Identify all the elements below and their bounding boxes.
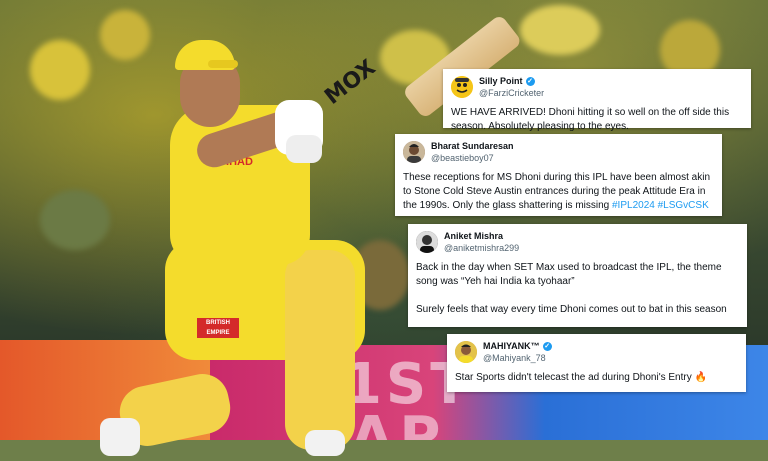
user-handle[interactable]: @aniketmishra299 [444,242,519,254]
pad-sponsor-patch: BRITISH EMPIRE [197,318,239,338]
tweet-text: Back in the day when SET Max used to bro… [416,262,722,287]
player-shoe [305,430,345,456]
person-avatar-icon[interactable] [416,231,438,253]
cartoon-avatar-icon[interactable] [451,76,473,98]
crowd-blur [520,5,600,55]
hashtag-link[interactable]: #LSGvCSK [658,200,709,211]
display-name[interactable]: Aniket Mishra [444,230,503,242]
person-avatar-icon[interactable] [403,141,425,163]
verified-badge-icon: ✓ [542,341,552,351]
tweet-card[interactable]: Bharat Sundaresan @beastieboy07 These re… [395,134,722,216]
bat-brand-text: MOX [320,55,381,110]
tweet-text-container: Star Sports didn't telecast the ad durin… [455,371,738,385]
crowd-blur [30,40,90,100]
player-cap-bill [208,60,238,68]
tweet-text-container: Back in the day when SET Max used to bro… [416,261,739,317]
person-avatar-icon[interactable] [455,341,477,363]
fire-emoji-icon: 🔥 [694,372,707,383]
display-name[interactable]: Bharat Sundaresan [431,140,514,152]
user-handle[interactable]: @Mahiyank_78 [483,352,552,364]
user-handle[interactable]: @FarziCricketer [479,87,544,99]
crowd-blur [100,10,150,60]
tweet-text-container: These receptions for MS Dhoni during thi… [403,171,714,213]
tweet-card[interactable]: Aniket Mishra @aniketmishra299 Back in t… [408,224,747,327]
hashtag-link[interactable]: #IPL2024 [612,200,655,211]
display-name[interactable]: MAHIYANK™ [483,340,540,352]
tweet-card[interactable]: MAHIYANK™ ✓ @Mahiyank_78 Star Sports didn… [447,334,746,392]
batting-glove [286,135,322,163]
display-name[interactable]: Silly Point [479,75,523,87]
tweet-card[interactable]: Silly Point ✓ @FarziCricketer WE HAVE ARR… [443,69,751,132]
tweet-text: Star Sports didn't telecast the ad durin… [455,372,692,383]
player-shoe [100,418,140,456]
tweet-text: Surely feels that way every time Dhoni c… [416,304,727,315]
crowd-blur [40,190,110,250]
verified-badge-icon: ✓ [525,76,535,86]
tweet-text: WE HAVE ARRIVED! Dhoni hitting it so wel… [451,107,730,132]
user-handle[interactable]: @beastieboy07 [431,152,514,164]
batting-pad-right [285,250,355,450]
